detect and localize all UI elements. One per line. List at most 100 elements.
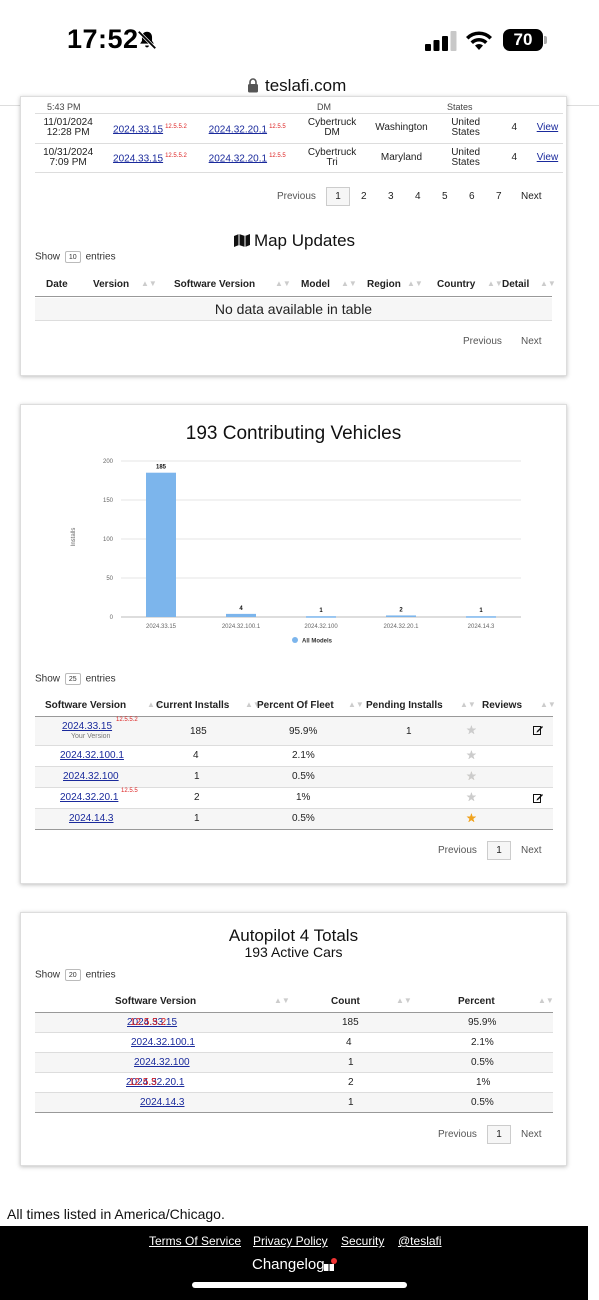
chart-legend[interactable]: All Models — [292, 637, 333, 645]
version-link[interactable]: 2024.33.15 — [113, 153, 163, 164]
sort-icon: ▲▼ — [341, 279, 357, 288]
contributing-title: 193 Contributing Vehicles — [185, 423, 402, 444]
version-tag: 12.5.5.2 — [130, 1017, 167, 1028]
star-icon[interactable]: ★ — [466, 811, 477, 825]
country-sub: States — [451, 156, 480, 168]
version-link[interactable]: 2024.32.100.1 — [60, 750, 124, 761]
software-link[interactable]: 2024.32.20.1 — [209, 124, 267, 135]
changelog-link[interactable]: Changelog — [252, 1256, 325, 1273]
pager-page-4[interactable]: 4 — [415, 191, 421, 202]
col-software-version[interactable]: Software Version — [115, 996, 196, 1007]
terms-link[interactable]: Terms Of Service — [149, 1234, 241, 1248]
software-link[interactable]: 2024.32.20.1 — [209, 153, 267, 164]
col-country[interactable]: Country — [437, 279, 475, 290]
pager-page-6[interactable]: 6 — [469, 191, 475, 202]
col-version[interactable]: Version — [93, 279, 129, 290]
x-tick-label: 2024.14.3 — [468, 624, 495, 630]
signal-icon — [425, 31, 457, 51]
version-link[interactable]: 2024.32.100 — [63, 771, 119, 782]
col-software-version[interactable]: Software Version — [45, 700, 126, 711]
legend-label: All Models — [302, 639, 333, 645]
privacy-link[interactable]: Privacy Policy — [253, 1234, 328, 1248]
pager-next[interactable]: Next — [521, 1129, 542, 1140]
version-link[interactable]: 2024.32.20.1 — [60, 792, 118, 803]
bar[interactable] — [226, 613, 256, 617]
pager-previous[interactable]: Previous — [463, 336, 502, 347]
divider — [35, 829, 553, 830]
col-region[interactable]: Region — [367, 279, 401, 290]
pager-page-1[interactable]: 1 — [326, 187, 350, 206]
your-version-label: Your Version — [71, 733, 111, 740]
col-detail[interactable]: Detail — [502, 279, 529, 290]
col-pending-installs[interactable]: Pending Installs — [366, 700, 443, 711]
percent-cell: 0.5% — [292, 771, 315, 782]
pager-next[interactable]: Next — [521, 191, 542, 202]
table-row: 2024.32.100 1 0.5% — [35, 1053, 553, 1072]
pager-page-1[interactable]: 1 — [487, 1125, 511, 1144]
view-link[interactable]: View — [537, 152, 559, 163]
pending-cell: 1 — [406, 726, 412, 737]
bar-value-label: 185 — [156, 465, 167, 471]
count-cell: 2 — [348, 1077, 354, 1088]
pager-previous[interactable]: Previous — [438, 845, 477, 856]
col-percent[interactable]: Percent — [458, 996, 495, 1007]
version-link[interactable]: 2024.32.100.1 — [131, 1037, 195, 1048]
bar[interactable] — [466, 616, 496, 618]
contributing-pager: Previous 1 Next — [21, 841, 568, 861]
gift-icon — [324, 1258, 337, 1271]
col-reviews[interactable]: Reviews — [482, 700, 522, 711]
software-tag: 12.5.5 — [269, 152, 286, 159]
model-sub: DM — [324, 127, 340, 139]
battery-level: 70 — [503, 29, 543, 51]
pager-page-7[interactable]: 7 — [496, 191, 502, 202]
table-row: 2024.33.15 12.5.5.2 Your Version 185 95.… — [35, 717, 553, 745]
version-link[interactable]: 2024.33.15 — [113, 124, 163, 135]
pager-next[interactable]: Next — [521, 336, 542, 347]
pager-previous[interactable]: Previous — [277, 191, 316, 202]
home-indicator[interactable] — [192, 1282, 407, 1288]
x-tick-label: 2024.32.100.1 — [222, 624, 261, 630]
sort-icon: ▲▼ — [487, 279, 503, 288]
col-current-installs[interactable]: Current Installs — [156, 700, 229, 711]
pager-next[interactable]: Next — [521, 845, 542, 856]
version-link[interactable]: 2024.14.3 — [140, 1097, 185, 1108]
col-model[interactable]: Model — [301, 279, 330, 290]
bar[interactable] — [306, 616, 336, 618]
install-time: 7:09 PM — [49, 156, 87, 168]
col-date[interactable]: Date — [46, 279, 68, 290]
entries-select[interactable]: 20 — [64, 969, 81, 981]
software-tag: 12.5.5 — [269, 123, 286, 130]
star-icon[interactable]: ★ — [466, 723, 477, 737]
percent-cell: 0.5% — [292, 813, 315, 824]
pager-previous[interactable]: Previous — [438, 1129, 477, 1140]
pager-page-2[interactable]: 2 — [361, 191, 367, 202]
recent-installs-card: 5:43 PM DM States 11/01/2024 12:28 PM 202… — [20, 96, 567, 376]
contributing-header: Software Version ▲▼ Current Installs ▲▼ … — [35, 700, 563, 714]
entries-select[interactable]: 10 — [64, 251, 81, 263]
sort-icon: ▲▼ — [540, 700, 556, 709]
pager-page-1[interactable]: 1 — [487, 841, 511, 860]
bar[interactable] — [146, 472, 176, 617]
col-software-version[interactable]: Software Version — [174, 279, 255, 290]
entries-label: entries — [85, 673, 116, 685]
col-percent-fleet[interactable]: Percent Of Fleet — [257, 700, 334, 711]
view-link[interactable]: View — [537, 122, 559, 133]
version-link[interactable]: 2024.33.15 — [62, 721, 112, 732]
entries-select[interactable]: 25 — [64, 673, 81, 685]
edit-review-icon[interactable] — [533, 725, 543, 735]
table-row: 2024.32.20.1 12.5.5 2 1% — [35, 1073, 553, 1092]
twitter-link[interactable]: @teslafi — [398, 1234, 442, 1248]
star-icon[interactable]: ★ — [466, 769, 477, 783]
bar[interactable] — [386, 615, 416, 617]
col-count[interactable]: Count — [331, 996, 360, 1007]
pager-page-3[interactable]: 3 — [388, 191, 394, 202]
map-updates-pager: Previous Next — [21, 336, 568, 350]
pager-page-5[interactable]: 5 — [442, 191, 448, 202]
bar-value-label: 1 — [479, 608, 483, 614]
star-icon[interactable]: ★ — [466, 790, 477, 804]
version-link[interactable]: 2024.32.100 — [134, 1057, 190, 1068]
edit-review-icon[interactable] — [533, 793, 543, 803]
security-link[interactable]: Security — [341, 1234, 384, 1248]
star-icon[interactable]: ★ — [466, 748, 477, 762]
version-link[interactable]: 2024.14.3 — [69, 813, 114, 824]
